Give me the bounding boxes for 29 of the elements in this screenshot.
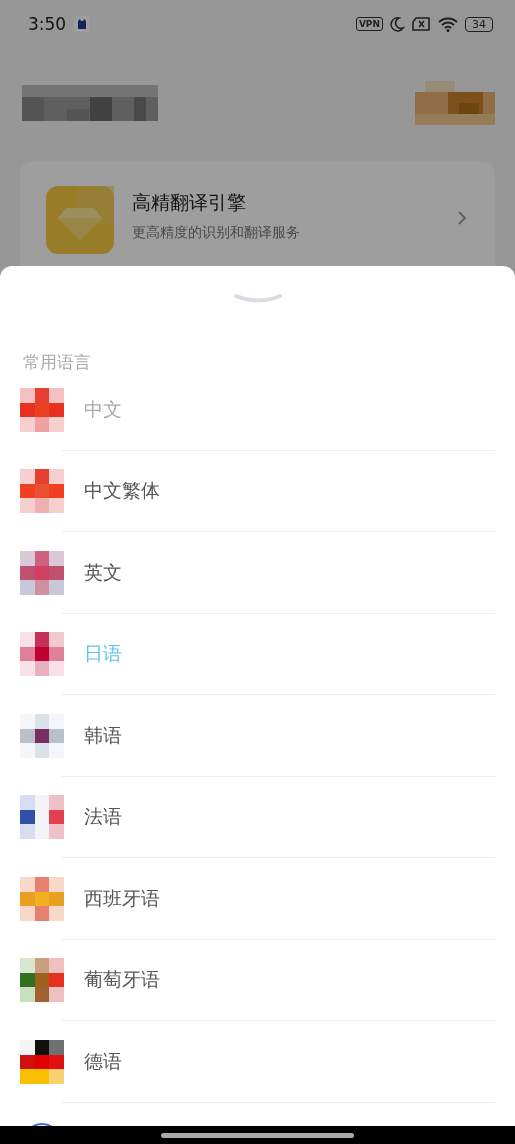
home-indicator[interactable]	[161, 1132, 354, 1138]
card-subtitle: 更高精度的识别和翻译服务	[132, 224, 301, 242]
language-item[interactable]: 法语	[84, 804, 122, 831]
language-item[interactable]: 中文繁体	[84, 478, 160, 505]
language-item[interactable]: 德语	[84, 1048, 122, 1075]
chevron-right-icon	[457, 210, 467, 226]
flag-icon	[20, 795, 64, 840]
flag-icon	[20, 876, 64, 921]
flag-icon	[20, 387, 64, 432]
language-item[interactable]: 英文	[84, 559, 122, 586]
no-sim-icon	[411, 16, 431, 32]
flag-icon	[20, 550, 64, 595]
section-title: 常用语言	[22, 351, 92, 374]
vpn-indicator: VPN	[355, 17, 383, 31]
language-item[interactable]: 西班牙语	[84, 885, 160, 912]
flag-icon	[20, 958, 64, 1003]
moon-icon	[389, 16, 405, 32]
card-title: 高精翻译引擎	[132, 190, 247, 215]
flag-icon	[20, 469, 64, 514]
language-item[interactable]: 韩语	[84, 722, 122, 749]
battery-indicator: 34	[465, 16, 493, 32]
collapse-handle-icon[interactable]	[232, 293, 283, 303]
wifi-icon	[437, 16, 459, 32]
flag-icon	[20, 632, 64, 677]
status-time: 3:50	[28, 14, 67, 34]
language-item[interactable]: 葡萄牙语	[84, 967, 160, 994]
flag-icon	[20, 1039, 64, 1084]
app-notification-icon	[74, 16, 91, 32]
flag-icon	[20, 713, 64, 758]
